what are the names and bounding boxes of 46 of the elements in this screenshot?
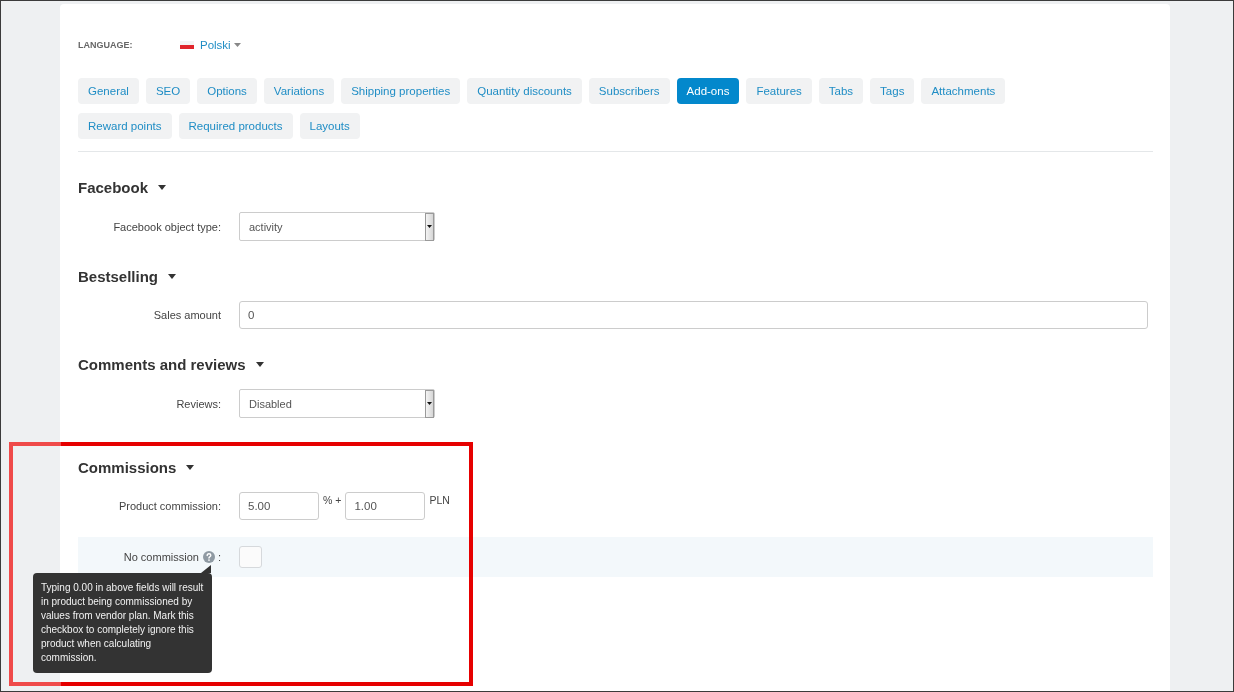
tab[interactable]: Tags <box>870 78 915 104</box>
tab[interactable]: Options <box>197 78 257 104</box>
field-label: Sales amount <box>152 309 221 321</box>
flag-icon <box>180 41 194 49</box>
tooltip-pointer-icon <box>201 565 211 573</box>
tab[interactable]: Layouts <box>299 113 360 139</box>
dropdown[interactable]: activity <box>239 212 435 241</box>
tab[interactable]: Subscribers <box>588 78 670 104</box>
tab[interactable]: Attachments <box>921 78 1006 104</box>
section-toggle[interactable]: Facebook <box>78 177 167 197</box>
checkbox[interactable] <box>239 546 262 568</box>
caret-icon <box>168 273 177 279</box>
dropdown[interactable]: Disabled <box>239 389 435 418</box>
tab[interactable]: Reward points <box>78 113 172 139</box>
caret-icon <box>255 361 264 367</box>
section-toggle[interactable]: Bestselling <box>78 266 177 286</box>
field-label: Facebook object type: <box>112 220 221 233</box>
field-label: Product commission: <box>117 500 221 512</box>
amount-input[interactable]: 1.00 <box>345 492 426 520</box>
percent-sign: % + <box>323 494 342 506</box>
tab[interactable]: Variations <box>263 78 335 104</box>
caret-icon <box>233 43 241 47</box>
section-toggle[interactable]: Commissions <box>78 457 195 477</box>
tab[interactable]: Quantity discounts <box>467 78 582 104</box>
caret-icon <box>425 389 434 418</box>
percent-input[interactable]: 5.00 <box>239 492 319 520</box>
help-icon[interactable] <box>202 551 215 563</box>
caret-icon <box>186 464 195 470</box>
caret-icon <box>425 212 434 241</box>
caret-icon <box>158 184 167 190</box>
tab[interactable]: Tabs <box>818 78 864 104</box>
label-colon: : <box>217 551 221 563</box>
tab[interactable]: SEO <box>145 78 191 104</box>
tab[interactable]: Features <box>746 78 812 104</box>
tab[interactable]: Add-ons <box>676 78 740 104</box>
text-input[interactable]: 0 <box>239 301 1148 329</box>
section-toggle[interactable]: Comments and reviews <box>78 354 264 374</box>
language-label: LANGUAGE: <box>78 40 134 50</box>
currency-label: PLN <box>429 494 450 506</box>
tab[interactable]: General <box>78 78 139 104</box>
field-label: No commission <box>123 551 199 563</box>
tab[interactable]: Shipping properties <box>341 78 461 104</box>
tab[interactable]: Required products <box>178 113 293 139</box>
tooltip: Typing 0.00 in above fields will result in product being commissioned by values from vendor plan. Mark this checkbox to completely ignore this product when calculating commission. <box>33 573 212 673</box>
language-dropdown[interactable]: Polski <box>180 39 241 51</box>
field-label: Reviews: <box>175 397 221 410</box>
